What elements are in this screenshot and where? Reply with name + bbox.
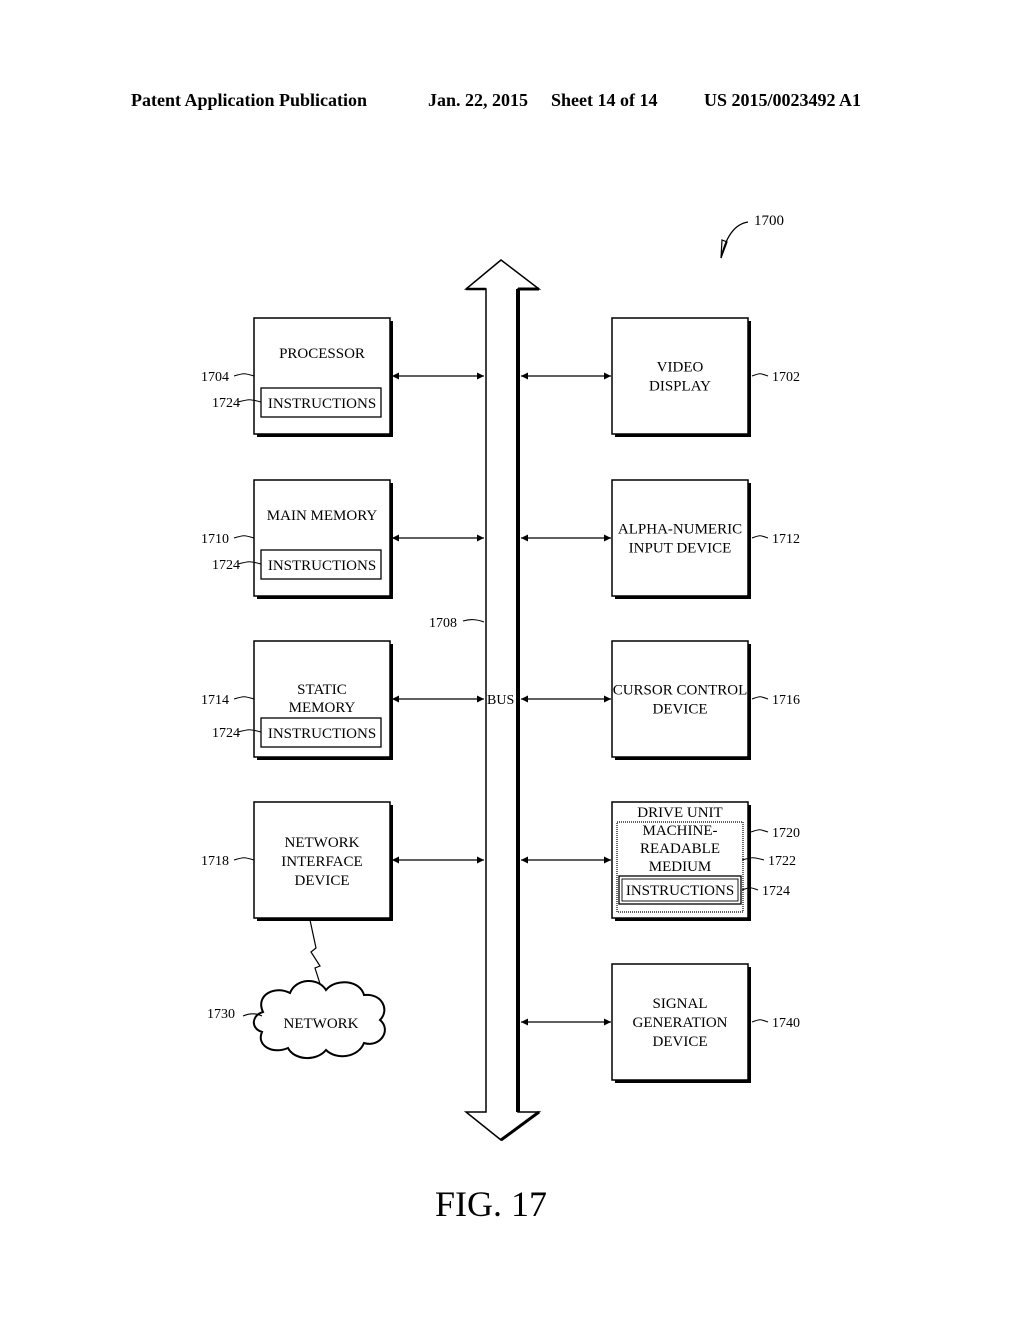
figure-caption: FIG. 17 (435, 1184, 547, 1224)
block-static-memory: STATIC MEMORY INSTRUCTIONS 1714 1724 (201, 640, 484, 760)
block-title: NETWORK (285, 835, 360, 851)
bus-ref-label: 1708 (429, 616, 457, 631)
leader-line (233, 535, 255, 539)
block-title: SIGNAL (653, 996, 708, 1012)
block-title: PROCESSOR (279, 346, 365, 362)
figure-ref-label: 1700 (754, 213, 784, 229)
network-group: NETWORK 1730 (207, 919, 386, 1059)
video-display-box (611, 317, 749, 435)
block-alpha-numeric-input: ALPHA-NUMERIC INPUT DEVICE 1712 (521, 479, 800, 599)
network-label: NETWORK (284, 1016, 359, 1032)
lightning-link-icon (309, 919, 323, 991)
ref-label: 1710 (201, 532, 229, 547)
leader-line (751, 696, 769, 700)
leader-line (233, 373, 255, 377)
leader-line (233, 696, 255, 700)
leader-line (750, 829, 769, 833)
block-video-display: VIDEO DISPLAY 1702 (521, 317, 800, 437)
cursor-control-box (611, 640, 749, 758)
block-title: ALPHA-NUMERIC (618, 522, 742, 538)
medium-label: READABLE (640, 841, 720, 857)
block-title: DEVICE (295, 873, 350, 889)
block-title: INTERFACE (281, 854, 362, 870)
block-signal-generation: SIGNAL GENERATION DEVICE 1740 (521, 963, 800, 1083)
ref-label: 1704 (201, 370, 229, 385)
ref-label: 1702 (772, 370, 800, 385)
block-network-interface: NETWORK INTERFACE DEVICE 1718 (201, 801, 484, 921)
block-diagram: 1700 BUS 1708 PROCESSOR INSTRUCTIONS 1704 1… (201, 213, 800, 1224)
block-title: CURSOR CONTROL (613, 683, 748, 699)
instructions-label: INSTRUCTIONS (268, 726, 376, 742)
ref-label: 1740 (772, 1016, 800, 1031)
block-title: INPUT DEVICE (629, 541, 732, 557)
ref-label: 1724 (212, 396, 240, 411)
instructions-label: INSTRUCTIONS (626, 883, 734, 899)
network-ref-label: 1730 (207, 1007, 235, 1022)
block-title: MAIN MEMORY (267, 508, 378, 524)
ref-label: 1718 (201, 854, 229, 869)
ref-label: 1720 (772, 826, 800, 841)
ref-label: 1716 (772, 693, 800, 708)
block-drive-unit: DRIVE UNIT MACHINE- READABLE MEDIUM INSTRUCT… (521, 801, 800, 921)
arrowhead-icon (720, 239, 728, 259)
block-processor: PROCESSOR INSTRUCTIONS 1704 1724 (201, 317, 484, 437)
leader-line (233, 857, 255, 861)
ref-label: 1722 (768, 854, 796, 869)
ref-label: 1724 (212, 558, 240, 573)
ref-label: 1724 (212, 726, 240, 741)
leader-line (751, 373, 769, 377)
ref-label: 1724 (762, 884, 790, 899)
right-blocks: VIDEO DISPLAY 1702 ALPHA-NUMERIC INPUT DEVIC… (521, 317, 800, 1083)
medium-label: MACHINE- (643, 823, 718, 839)
alpha-numeric-input-box (611, 479, 749, 597)
ref-label: 1714 (201, 693, 229, 708)
medium-label: MEDIUM (649, 859, 712, 875)
block-cursor-control: CURSOR CONTROL DEVICE 1716 (521, 640, 800, 760)
instructions-label: INSTRUCTIONS (268, 396, 376, 412)
instructions-label: INSTRUCTIONS (268, 558, 376, 574)
block-title: DEVICE (653, 1034, 708, 1050)
block-title: DRIVE UNIT (637, 805, 722, 821)
block-title: MEMORY (289, 700, 356, 716)
leader-line (751, 535, 769, 539)
leader-line (720, 221, 749, 259)
block-title: STATIC (297, 682, 347, 698)
leader-line (751, 1019, 769, 1023)
block-title: DISPLAY (649, 379, 711, 395)
block-title: VIDEO (657, 360, 704, 376)
bus-label: BUS (487, 693, 514, 708)
leader-line (462, 619, 485, 623)
ref-label: 1712 (772, 532, 800, 547)
bus: BUS 1708 (429, 259, 542, 1142)
figure-ref-1700: 1700 (720, 213, 784, 259)
block-title: DEVICE (653, 702, 708, 718)
block-main-memory: MAIN MEMORY INSTRUCTIONS 1710 1724 (201, 479, 484, 599)
block-title: GENERATION (633, 1015, 728, 1031)
